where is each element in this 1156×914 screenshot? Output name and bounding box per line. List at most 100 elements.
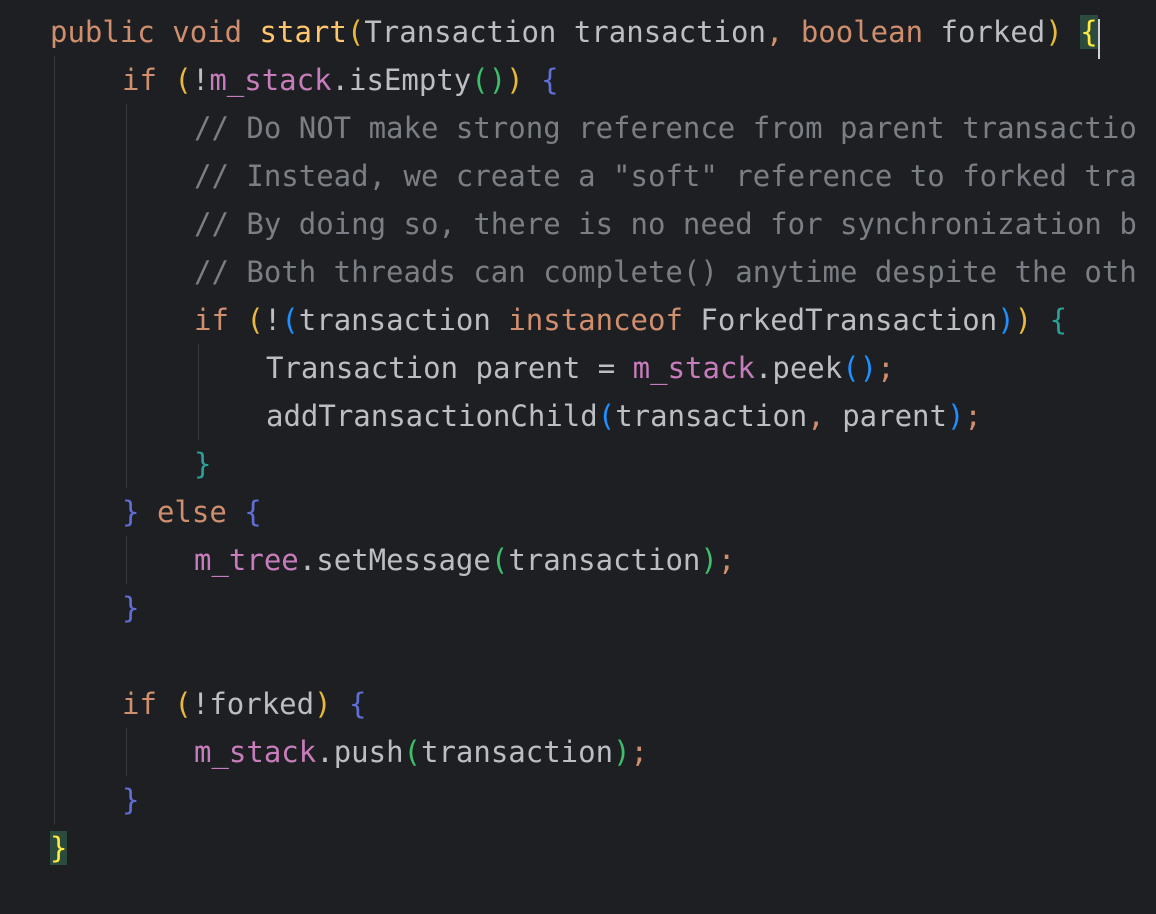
code-token: forked xyxy=(923,15,1046,49)
code-token: ( xyxy=(246,303,264,337)
code-line[interactable]: } xyxy=(194,440,211,488)
code-token: m_stack xyxy=(194,735,317,769)
code-token: m_tree xyxy=(194,543,299,577)
code-token: ! xyxy=(263,303,282,337)
code-token: ; xyxy=(964,399,982,433)
code-token: , xyxy=(765,15,801,49)
code-line[interactable]: } xyxy=(50,824,68,872)
code-token: m_stack xyxy=(632,351,755,385)
code-token: addTransactionChild xyxy=(266,399,598,433)
indent-guide-1a xyxy=(126,104,127,488)
code-token: ) xyxy=(506,63,524,97)
code-token: void xyxy=(172,15,243,49)
code-token: ) xyxy=(946,399,965,433)
code-token: () xyxy=(842,351,878,385)
code-line[interactable]: m_tree.setMessage(transaction); xyxy=(194,536,735,584)
code-token: ; xyxy=(877,351,895,385)
code-line[interactable]: public void start(Transaction transactio… xyxy=(50,8,1098,56)
indent-guide-1c xyxy=(126,728,127,776)
code-line[interactable]: if (!(transaction instanceof ForkedTrans… xyxy=(194,296,1067,344)
code-token: if xyxy=(122,687,157,721)
code-token: ) xyxy=(613,735,631,769)
code-token: , xyxy=(807,399,843,433)
code-line[interactable]: if (!m_stack.isEmpty()) { xyxy=(122,56,559,104)
code-token: ; xyxy=(717,543,736,577)
code-token: public xyxy=(50,15,155,49)
code-token: . xyxy=(316,735,334,769)
code-token: } xyxy=(122,495,140,529)
code-token: ) xyxy=(997,303,1015,337)
code-token: { xyxy=(541,63,559,97)
code-token: start xyxy=(259,15,347,49)
code-token: ( xyxy=(174,63,192,97)
code-token: ) xyxy=(1045,15,1063,49)
code-token: . xyxy=(298,543,317,577)
matched-brace: } xyxy=(50,831,68,865)
code-line[interactable]: // By doing so, there is no need for syn… xyxy=(194,200,1137,248)
code-line[interactable]: if (!forked) { xyxy=(122,680,366,728)
code-line[interactable]: m_stack.push(transaction); xyxy=(194,728,648,776)
code-token: isEmpty xyxy=(349,63,472,97)
code-token: // Do NOT make strong reference from par… xyxy=(194,111,1137,145)
code-token: ( xyxy=(174,687,192,721)
code-token: transaction xyxy=(298,303,509,337)
code-token: () xyxy=(471,63,507,97)
code-token: ; xyxy=(630,735,648,769)
indent-guide-2 xyxy=(198,344,199,440)
code-token: ( xyxy=(490,543,509,577)
indent-guide-0 xyxy=(54,56,55,824)
code-token: ) xyxy=(1014,303,1033,337)
code-token: } xyxy=(122,591,140,625)
code-token: } xyxy=(122,783,140,817)
matched-brace: { xyxy=(1080,15,1098,49)
code-token: boolean xyxy=(800,15,924,49)
code-token: ( xyxy=(281,303,299,337)
code-token: } xyxy=(194,447,212,481)
code-line[interactable]: // Both threads can complete() anytime d… xyxy=(194,248,1137,296)
code-token: ! xyxy=(191,63,210,97)
code-token: !forked xyxy=(191,687,315,721)
code-token: . xyxy=(754,351,773,385)
code-token: transaction xyxy=(421,735,614,769)
code-line[interactable]: addTransactionChild(transaction, parent)… xyxy=(266,392,982,440)
code-line[interactable]: } xyxy=(122,776,139,824)
code-token: transaction xyxy=(615,399,808,433)
code-token: ( xyxy=(346,15,365,49)
code-token: if xyxy=(194,303,229,337)
code-token: transaction xyxy=(508,543,701,577)
code-line[interactable]: } else { xyxy=(122,488,262,536)
code-token: { xyxy=(244,495,262,529)
code-token: Transaction xyxy=(364,15,557,49)
code-token: // By doing so, there is no need for syn… xyxy=(194,207,1137,241)
code-line[interactable]: } xyxy=(122,584,139,632)
code-line[interactable]: // Do NOT make strong reference from par… xyxy=(194,104,1137,152)
code-token: parent xyxy=(842,399,947,433)
code-token: if xyxy=(122,63,157,97)
indent-guide-1b xyxy=(126,536,127,584)
code-line[interactable]: // Instead, we create a "soft" reference… xyxy=(194,152,1137,200)
code-token: push xyxy=(333,735,404,769)
code-token: setMessage xyxy=(316,543,491,577)
code-token: m_stack xyxy=(209,63,332,97)
code-token: instanceof xyxy=(508,303,683,337)
code-token: ForkedTransaction xyxy=(682,303,998,337)
code-token: else xyxy=(156,495,227,529)
text-caret xyxy=(1097,19,1100,59)
code-token: Transaction xyxy=(266,351,459,385)
code-token: // Instead, we create a "soft" reference… xyxy=(194,159,1137,193)
code-editor[interactable]: public void start(Transaction transactio… xyxy=(0,0,1156,914)
code-line[interactable]: Transaction parent = m_stack.peek(); xyxy=(266,344,895,392)
code-token: ) xyxy=(700,543,718,577)
code-token: ) xyxy=(314,687,332,721)
code-token: { xyxy=(349,687,367,721)
